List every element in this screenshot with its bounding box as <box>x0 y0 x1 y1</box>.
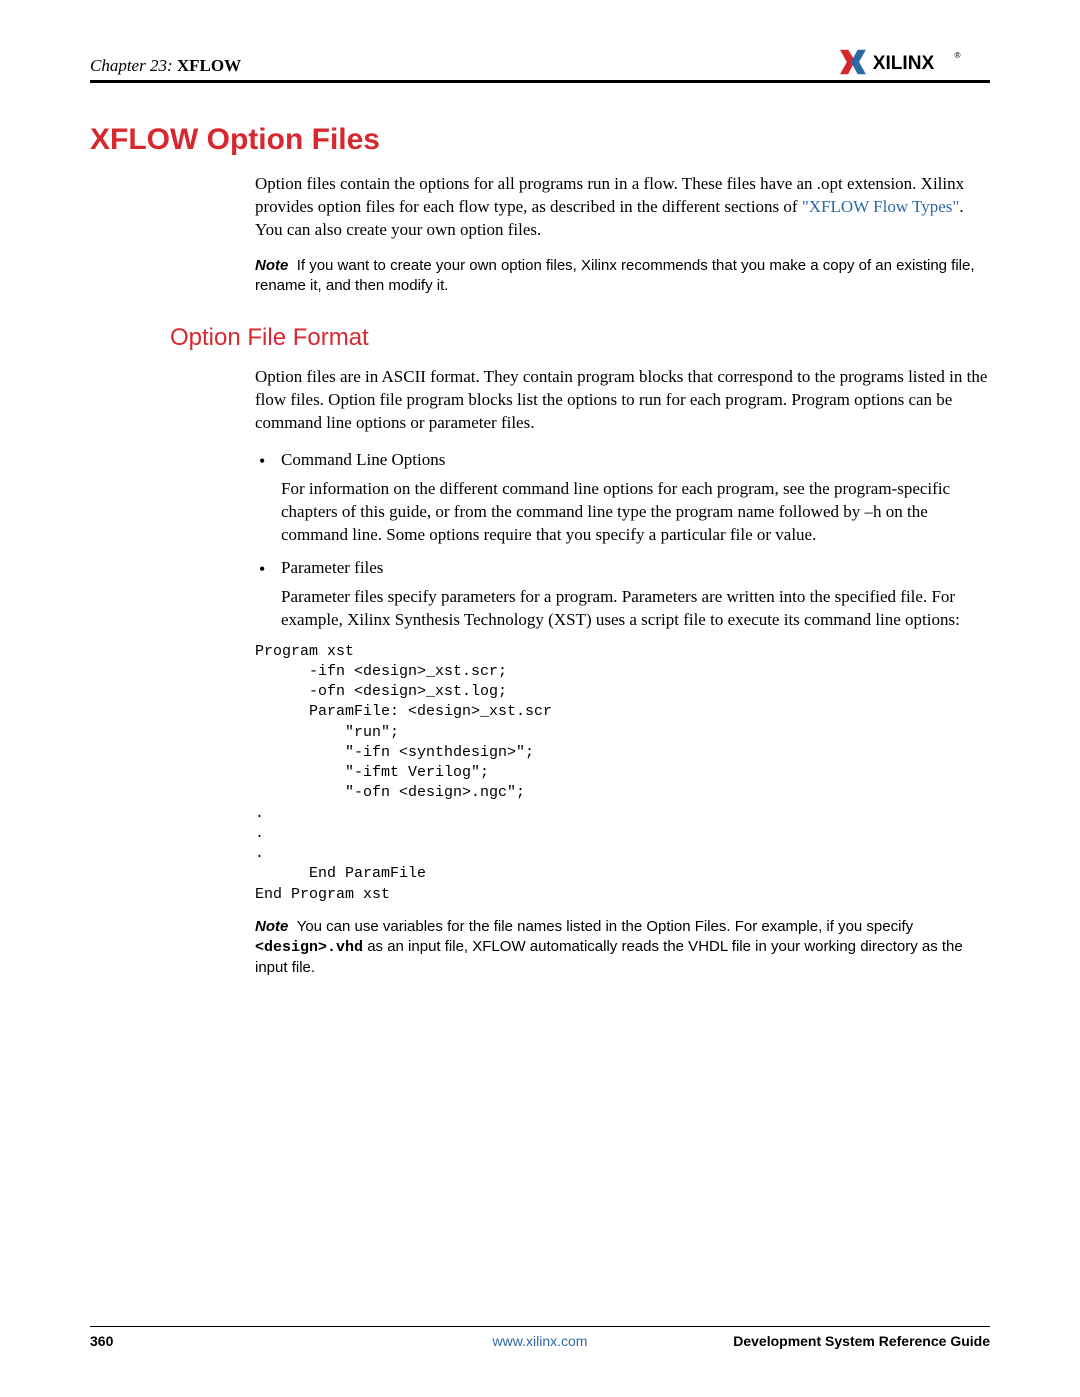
intro-block: Option files contain the options for all… <box>255 173 990 296</box>
footer-url-link[interactable]: www.xilinx.com <box>493 1333 588 1349</box>
note-text: If you want to create your own option fi… <box>255 257 975 294</box>
options-list: Command Line Options For information on … <box>255 449 990 632</box>
chapter-title: XFLOW <box>177 56 241 75</box>
chapter-label: Chapter 23: XFLOW <box>90 56 241 76</box>
format-intro: Option files are in ASCII format. They c… <box>255 366 990 435</box>
svg-text:XILINX: XILINX <box>873 53 935 74</box>
page: Chapter 23: XFLOW XILINX ® XFLOW Option … <box>0 0 1080 1397</box>
note-variables: Note You can use variables for the file … <box>255 917 990 979</box>
brand-logo: XILINX ® <box>840 48 990 76</box>
svg-text:®: ® <box>955 51 961 60</box>
intro-paragraph: Option files contain the options for all… <box>255 173 990 242</box>
xflow-flow-types-link[interactable]: "XFLOW Flow Types" <box>802 197 960 216</box>
list-item: Parameter files Parameter files specify … <box>255 557 990 632</box>
heading-2: Option File Format <box>170 324 990 352</box>
item-title: Command Line Options <box>281 449 990 472</box>
format-block: Option files are in ASCII format. They c… <box>255 366 990 978</box>
page-header: Chapter 23: XFLOW XILINX ® <box>90 48 990 83</box>
note-text-a: You can use variables for the file names… <box>297 918 913 935</box>
xilinx-logo-icon: XILINX ® <box>840 48 990 76</box>
note-create-own: Note If you want to create your own opti… <box>255 256 990 297</box>
item-title: Parameter files <box>281 557 990 580</box>
page-footer: 360 www.xilinx.com Development System Re… <box>90 1326 990 1349</box>
code-block: Program xst -ifn <design>_xst.scr; -ofn … <box>255 642 990 905</box>
item-body: For information on the different command… <box>281 478 990 547</box>
note-label: Note <box>255 257 288 274</box>
item-body: Parameter files specify parameters for a… <box>281 586 990 632</box>
footer-url-wrap: www.xilinx.com <box>90 1333 990 1349</box>
heading-1: XFLOW Option Files <box>90 123 990 157</box>
note-mono: <design>.vhd <box>255 939 363 956</box>
note-label: Note <box>255 918 288 935</box>
chapter-prefix: Chapter 23: <box>90 56 173 75</box>
list-item: Command Line Options For information on … <box>255 449 990 547</box>
